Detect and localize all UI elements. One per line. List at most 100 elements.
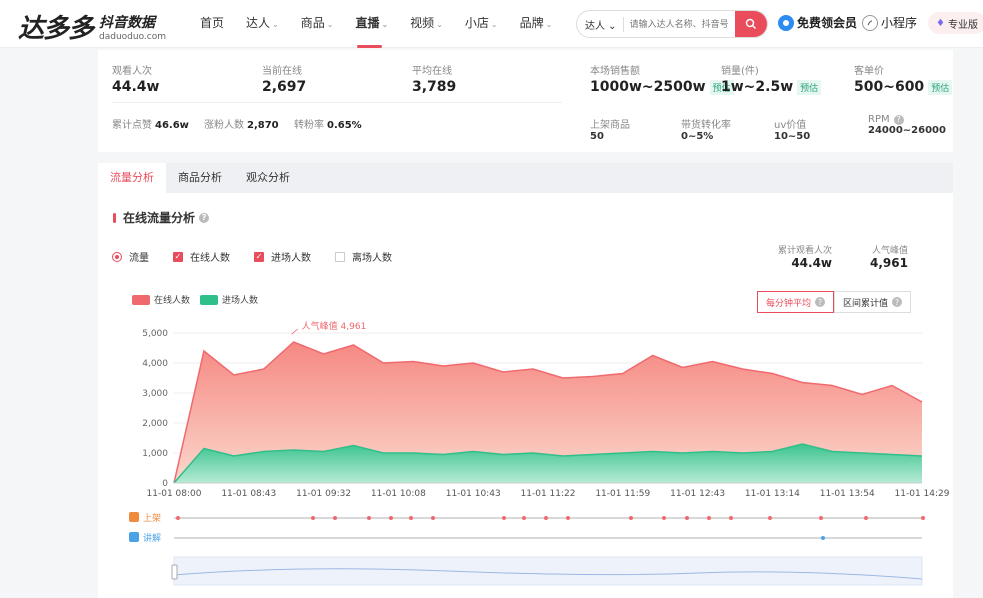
diamond-icon: ♦: [936, 17, 945, 29]
stat-viewers: 观看人次 44.4w: [112, 66, 160, 95]
nav-item-shop[interactable]: 小店 ⌄: [465, 0, 498, 48]
shelf-event-dot: [566, 516, 570, 520]
search-input[interactable]: [623, 19, 734, 29]
shelf-event-dot: [522, 516, 526, 520]
checkbox-online[interactable]: ✓ 在线人数: [173, 249, 230, 264]
y-tick-label: 0: [162, 479, 168, 489]
brand-logo[interactable]: 达多多 抖音数据 daduoduo.com: [18, 8, 166, 45]
chevron-down-icon: ⌄: [490, 20, 498, 29]
pro-version-badge[interactable]: ♦ 专业版: [928, 12, 983, 34]
y-tick-label: 5,000: [142, 329, 168, 339]
shelf-event-dot: [662, 516, 666, 520]
nav-item-live[interactable]: 直播 ⌄: [355, 0, 388, 48]
stat-conversion: 带货转化率 0~5%: [681, 120, 731, 142]
analysis-tabs: 流量分析 商品分析 观众分析: [98, 163, 953, 193]
help-icon: ?: [815, 297, 826, 307]
shelf-event-dot: [431, 516, 435, 520]
brand-name: 达多多: [18, 14, 94, 44]
checkbox-leave[interactable]: 离场人数: [335, 249, 392, 264]
range-scrubber: [173, 556, 923, 586]
help-icon[interactable]: ?: [893, 114, 904, 125]
estimate-tag: 预估: [797, 79, 822, 95]
search-button[interactable]: [735, 11, 767, 37]
chevron-down-icon: ⌄: [272, 20, 279, 29]
peak-annotation: 人气峰值 4,961: [302, 320, 367, 332]
shelf-event-dot: [333, 516, 337, 520]
shelf-event-dot: [729, 516, 733, 520]
tab-traffic[interactable]: 流量分析: [98, 163, 166, 193]
chevron-down-icon: ⌄: [326, 20, 334, 29]
event-row-label: 上架: [143, 513, 161, 524]
radio-traffic[interactable]: 流量: [112, 249, 149, 264]
x-tick-label: 11-01 11:59: [595, 489, 650, 499]
stat-rpm: RPM? 24000~26000: [868, 114, 946, 136]
help-icon[interactable]: ?: [199, 212, 210, 223]
checkbox-icon: [335, 251, 345, 262]
shelf-event-dot: [685, 516, 689, 520]
live-stats-card: 观看人次 44.4w 当前在线 2,697 平均在线 3,789 累计点赞 46.6w …: [98, 50, 953, 152]
checkbox-enter[interactable]: ✓ 进场人数: [254, 249, 311, 264]
nav-item-product[interactable]: 商品 ⌄: [301, 0, 334, 48]
x-tick-label: 11-01 12:43: [670, 489, 725, 499]
stat-fan-rate: 转粉率 0.65%: [294, 120, 362, 131]
stats-divider: [112, 102, 562, 103]
y-tick-label: 2,000: [142, 419, 168, 429]
legend-online[interactable]: 在线人数: [132, 293, 190, 306]
interval-total-button[interactable]: 区间累计值?: [834, 291, 912, 313]
top-nav: 达多多 抖音数据 daduoduo.com 首页 达人 ⌄ 商品 ⌄ 直播 ⌄ 视频 ⌄…: [0, 0, 983, 48]
shelf-event-dot: [389, 516, 393, 520]
per-minute-avg-button[interactable]: 每分钟平均?: [757, 291, 835, 313]
nav-item-brand[interactable]: 品牌 ⌄: [520, 0, 553, 48]
shelf-event-dot: [707, 516, 711, 520]
brand-sub-cn: 抖音数据: [99, 14, 156, 31]
checkbox-checked-icon: ✓: [254, 251, 264, 262]
stat-uv-value: uv价值 10~50: [774, 120, 811, 142]
legend-enter[interactable]: 进场人数: [200, 293, 258, 306]
x-tick-label: 11-01 08:43: [221, 489, 276, 499]
explain-event-dot: [821, 536, 825, 540]
stat-sales: 本场销售额 1000w~2500w 预估: [590, 62, 734, 95]
shelf-icon: [129, 512, 139, 522]
aggregation-toggle: 每分钟平均? 区间累计值?: [757, 291, 912, 313]
analysis-panel: 流量分析 商品分析 观众分析 在线流量分析 ? 流量 ✓ 在线人数 ✓ 进场人数 离…: [98, 163, 953, 598]
shelf-event-dot: [176, 516, 180, 520]
explain-icon: [129, 532, 139, 542]
shelf-event-dot: [864, 516, 868, 520]
event-row-label: 讲解: [143, 532, 161, 544]
metric-options: 流量 ✓ 在线人数 ✓ 进场人数 离场人数: [112, 249, 416, 264]
y-tick-label: 1,000: [142, 449, 168, 459]
scrubber-handle-left: [171, 564, 178, 580]
nav-item-video[interactable]: 视频 ⌄: [410, 0, 443, 48]
stat-likes: 累计点赞 46.6w: [112, 120, 189, 131]
mini-program-link[interactable]: 小程序: [862, 14, 917, 31]
checkbox-checked-icon: ✓: [173, 251, 183, 262]
shelf-event-dot: [921, 516, 925, 520]
tab-audience[interactable]: 观众分析: [234, 163, 302, 193]
x-tick-label: 11-01 08:00: [147, 489, 202, 499]
nav-item-influencer[interactable]: 达人 ⌄: [246, 0, 279, 48]
stat-unit-price: 客单价 500~600 预估: [854, 62, 953, 95]
search-type-select[interactable]: 达人 ⌄: [577, 16, 624, 32]
traffic-chart[interactable]: 0 1,000 2,000 3,000 4,000 5,000 11-01 08:00 11-…: [98, 313, 953, 598]
shelf-event-dot: [768, 516, 772, 520]
stat-products: 上架商品 50: [590, 120, 630, 142]
y-tick-label: 4,000: [142, 359, 168, 369]
section-title: 在线流量分析 ?: [113, 209, 210, 226]
chevron-down-icon: ⌄: [545, 20, 553, 29]
shelf-event-dot: [409, 516, 413, 520]
x-tick-label: 11-01 09:32: [296, 489, 351, 499]
shelf-event-dot: [629, 516, 633, 520]
shelf-event-dot: [367, 516, 371, 520]
search-icon: [745, 18, 757, 30]
x-tick-label: 11-01 10:43: [446, 489, 501, 499]
y-tick-label: 3,000: [142, 389, 168, 399]
chart-legend: 在线人数 进场人数: [132, 293, 268, 306]
search-box: 达人 ⌄: [576, 10, 768, 38]
tab-products[interactable]: 商品分析: [166, 163, 234, 193]
free-vip-link[interactable]: 免费领会员: [778, 14, 857, 31]
help-icon: ?: [892, 297, 903, 307]
main-menu: 首页 达人 ⌄ 商品 ⌄ 直播 ⌄ 视频 ⌄ 小店 ⌄ 品牌 ⌄: [200, 0, 574, 48]
shelf-event-dot: [502, 516, 506, 520]
nav-item-home[interactable]: 首页: [200, 0, 224, 48]
x-tick-label: 11-01 13:14: [745, 489, 800, 499]
